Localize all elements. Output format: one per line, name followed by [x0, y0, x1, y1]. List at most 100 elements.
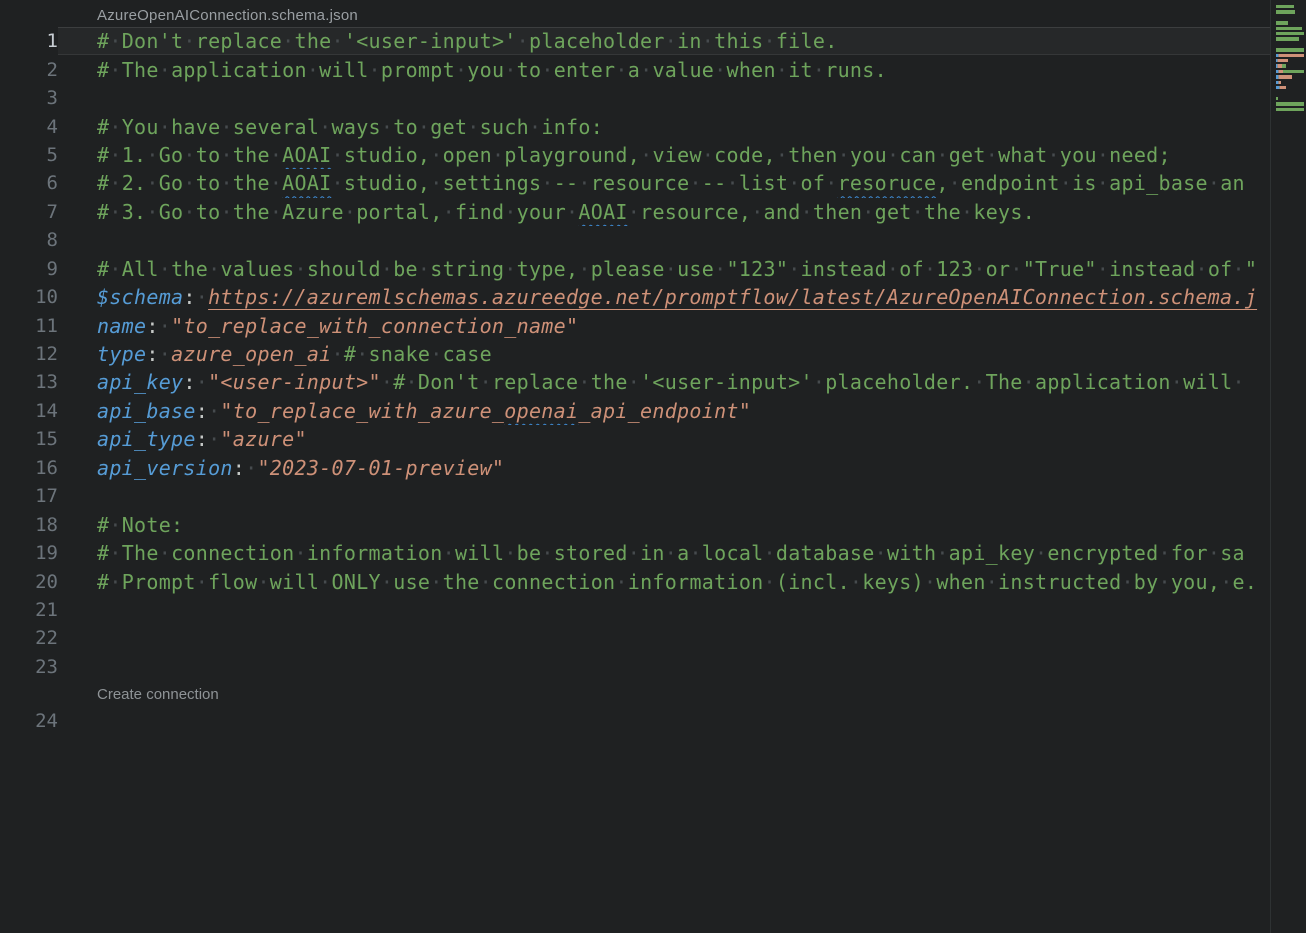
- code-line-content[interactable]: #·The·connection·information·will·be·sto…: [58, 539, 1270, 567]
- code-line-content[interactable]: #·Prompt·flow·will·ONLY·use·the·connecti…: [58, 567, 1270, 595]
- code-line-content[interactable]: #·Note:: [58, 510, 1270, 538]
- minimap-segment: [1289, 37, 1299, 40]
- line-number[interactable]: 21: [0, 599, 58, 621]
- create-connection-link[interactable]: Create connection: [97, 686, 219, 703]
- line-number[interactable]: 23: [0, 656, 58, 678]
- minimap-segment: [1296, 32, 1304, 35]
- code-token: "to_replace_with_connection_name": [171, 314, 578, 338]
- code-token: #·3.·Go·to·the·Azure·portal,·find·your·: [97, 200, 578, 224]
- code-line: 4#·You·have·several·ways·to·get·such·inf…: [0, 112, 1270, 140]
- code-token: #·Prompt·flow·will·ONLY·use·the·connecti…: [97, 570, 1257, 594]
- code-line-content[interactable]: [58, 596, 1270, 624]
- code-token: api_version: [97, 456, 233, 480]
- code-line-content[interactable]: [58, 482, 1270, 510]
- code-token: :: [183, 285, 195, 309]
- minimap-line: [1276, 92, 1306, 95]
- minimap-segment: [1276, 48, 1304, 51]
- code-area[interactable]: 1 #·Don't·replace·the·'<user-input>'·plac…: [0, 27, 1270, 736]
- minimap-line: [1276, 21, 1306, 24]
- line-number[interactable]: 2: [0, 59, 58, 81]
- minimap-line: [1276, 5, 1306, 8]
- line-number[interactable]: 5: [0, 144, 58, 166]
- line-number[interactable]: 22: [0, 627, 58, 649]
- code-token: ·resource,·and·then·get·the·keys.: [628, 200, 1035, 224]
- line-number[interactable]: 17: [0, 485, 58, 507]
- code-line-content[interactable]: api_key:·"<user-input>"·#·Don't·replace·…: [58, 368, 1270, 396]
- minimap-line: [1276, 16, 1306, 19]
- code-line-content[interactable]: #·1.·Go·to·the·AOAI·studio,·open·playgro…: [58, 141, 1270, 169]
- code-line-content[interactable]: api_type:·"azure": [58, 425, 1270, 453]
- code-line: 19#·The·connection·information·will·be·s…: [0, 539, 1270, 567]
- line-number[interactable]: 20: [0, 571, 58, 593]
- line-number[interactable]: 7: [0, 201, 58, 223]
- code-line-content[interactable]: $schema:·https://azuremlschemas.azureedg…: [58, 283, 1270, 311]
- code-line-content[interactable]: api_base:·"to_replace_with_azure_openai_…: [58, 397, 1270, 425]
- code-line: 14api_base:·"to_replace_with_azure_opena…: [0, 397, 1270, 425]
- line-number[interactable]: 13: [0, 371, 58, 393]
- line-number[interactable]: 15: [0, 428, 58, 450]
- code-line-content[interactable]: [58, 707, 1270, 735]
- code-token: "2023-07-01-preview": [257, 456, 504, 480]
- code-line: 12type:·azure_open_ai·#·snake·case: [0, 340, 1270, 368]
- line-number[interactable]: 14: [0, 400, 58, 422]
- code-line-content[interactable]: name:·"to_replace_with_connection_name": [58, 311, 1270, 339]
- code-token: ·: [196, 285, 208, 309]
- minimap-line: [1276, 32, 1306, 35]
- code-token: _api_endpoint": [578, 399, 751, 423]
- code-line-content[interactable]: #·All·the·values·should·be·string·type,·…: [58, 255, 1270, 283]
- code-token: api_base: [97, 399, 196, 423]
- line-number[interactable]: 1: [0, 30, 58, 52]
- code-token: ·: [332, 342, 344, 366]
- minimap-segment: [1282, 27, 1302, 30]
- line-number[interactable]: 3: [0, 87, 58, 109]
- code-token: ·studio,·settings·--·resource·--·list·of…: [332, 171, 838, 195]
- line-number[interactable]: 19: [0, 542, 58, 564]
- code-line-content[interactable]: #·You·have·several·ways·to·get·such·info…: [58, 112, 1270, 140]
- code-line: 3: [0, 84, 1270, 112]
- code-line-content[interactable]: api_version:·"2023-07-01-preview": [58, 454, 1270, 482]
- code-token: "azure": [220, 427, 306, 451]
- code-token: #·Note:: [97, 513, 183, 537]
- minimap-segment: [1276, 21, 1288, 24]
- line-number[interactable]: 16: [0, 457, 58, 479]
- line-number[interactable]: 6: [0, 172, 58, 194]
- line-number[interactable]: 9: [0, 258, 58, 280]
- code-line-content[interactable]: [58, 653, 1270, 681]
- line-number[interactable]: 11: [0, 315, 58, 337]
- code-token: api_type: [97, 427, 196, 451]
- code-line-content[interactable]: #·The·application·will·prompt·you·to·ent…: [58, 55, 1270, 83]
- line-number[interactable]: 4: [0, 116, 58, 138]
- code-token: ·studio,·open·playground,·view·code,·the…: [332, 143, 1171, 167]
- schema-url-link[interactable]: https://azuremlschemas.azureedge.net/pro…: [208, 285, 1257, 309]
- code-line-content[interactable]: #·Don't·replace·the·'<user-input>'·place…: [58, 27, 1270, 55]
- minimap-segment: [1276, 10, 1295, 13]
- code-line-content[interactable]: [58, 226, 1270, 254]
- code-line-content[interactable]: type:·azure_open_ai·#·snake·case: [58, 340, 1270, 368]
- line-number[interactable]: 10: [0, 286, 58, 308]
- minimap-segment: [1276, 5, 1294, 8]
- codelens-row: Create connection: [0, 681, 1270, 707]
- code-token: ·: [245, 456, 257, 480]
- code-token: #·Don't·replace·the·'<user-input>'·place…: [97, 29, 838, 53]
- line-number[interactable]: 18: [0, 514, 58, 536]
- minimap-line: [1276, 10, 1306, 13]
- code-line: 22: [0, 624, 1270, 652]
- code-line-content[interactable]: #·3.·Go·to·the·Azure·portal,·find·your·A…: [58, 198, 1270, 226]
- code-token: :: [146, 314, 158, 338]
- minimap-segment: [1279, 81, 1281, 84]
- minimap-segment: [1276, 37, 1288, 40]
- code-line-content[interactable]: [58, 84, 1270, 112]
- minimap-line: [1276, 48, 1306, 51]
- line-number[interactable]: 8: [0, 229, 58, 251]
- code-line: 20 #·Prompt·flow·will·ONLY·use·the·connec…: [0, 567, 1270, 595]
- code-line-content[interactable]: #·2.·Go·to·the·AOAI·studio,·settings·--·…: [58, 169, 1270, 197]
- code-token: ·: [159, 342, 171, 366]
- code-line: 5#·1.·Go·to·the·AOAI·studio,·open·playgr…: [0, 141, 1270, 169]
- code-token: AOAI: [578, 200, 627, 224]
- code-token: #·1.·Go·to·the·: [97, 143, 282, 167]
- line-number[interactable]: 24: [0, 710, 58, 732]
- code-line-content[interactable]: [58, 624, 1270, 652]
- minimap[interactable]: [1276, 5, 1306, 405]
- code-token: api_key: [97, 370, 183, 394]
- line-number[interactable]: 12: [0, 343, 58, 365]
